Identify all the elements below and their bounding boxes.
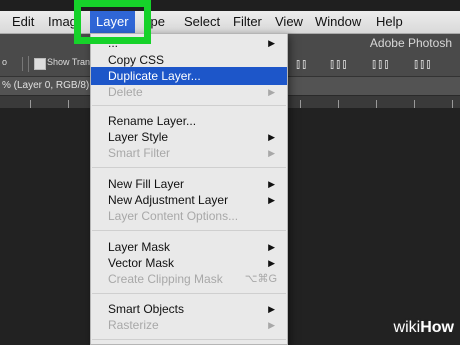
options-fragment: o	[2, 57, 8, 67]
menu-item-label: Delete	[108, 85, 143, 99]
submenu-arrow-icon: ▶	[268, 320, 275, 330]
ruler-tick	[338, 100, 339, 108]
options-separator	[28, 56, 29, 72]
menu-window[interactable]: Window	[315, 11, 361, 33]
menu-item-label: Rasterize	[108, 318, 159, 332]
menu-view[interactable]: View	[275, 11, 303, 33]
watermark-logo: wikiHow	[394, 319, 454, 337]
options-divider	[22, 57, 23, 71]
ruler-tick	[300, 100, 301, 108]
shortcut-label: ⌥⌘G	[244, 273, 277, 285]
ruler-tick	[376, 100, 377, 108]
menu-separator	[92, 293, 286, 294]
menu-edit[interactable]: Edit	[12, 11, 34, 33]
menu-item-rasterize[interactable]: Rasterize ▶	[91, 316, 287, 334]
menu-item-label: Smart Filter	[108, 146, 171, 160]
ruler-tick	[68, 100, 69, 108]
highlight-annotation	[74, 0, 151, 44]
layer-menu-dropdown: ... ▶ Copy CSS Duplicate Layer... Delete…	[90, 33, 288, 345]
align-center-icon[interactable]: ⫾⫾⫾	[330, 56, 348, 72]
menu-item-layer-content-options[interactable]: Layer Content Options...	[91, 207, 287, 225]
menu-item-label: Layer Content Options...	[108, 209, 239, 223]
menu-image[interactable]: Imag	[48, 11, 77, 33]
distribute-icon[interactable]: ⫾⫾⫾	[372, 56, 390, 72]
submenu-arrow-icon: ▶	[268, 87, 275, 97]
ruler-tick	[414, 100, 415, 108]
menu-separator	[92, 230, 286, 231]
menu-separator	[92, 105, 286, 106]
menu-help[interactable]: Help	[376, 11, 403, 33]
watermark: wikiHow	[342, 311, 460, 345]
watermark-brand-b: How	[420, 319, 454, 336]
menu-item-delete[interactable]: Delete ▶	[91, 83, 287, 101]
show-transform-checkbox[interactable]	[34, 58, 46, 70]
menu-separator	[92, 167, 286, 168]
ruler-tick	[452, 100, 453, 108]
watermark-brand-a: wiki	[393, 319, 421, 336]
menu-item-smart-filter[interactable]: Smart Filter ▶	[91, 144, 287, 162]
menu-item-label: Create Clipping Mask	[108, 272, 223, 286]
distribute-horizontal-icon[interactable]: ⫾⫾⫾	[414, 56, 432, 72]
menu-select[interactable]: Select	[184, 11, 220, 33]
align-left-icon[interactable]: ⫾⫾	[296, 56, 308, 72]
submenu-arrow-icon: ▶	[268, 148, 275, 158]
menu-item-create-clipping-mask[interactable]: Create Clipping Mask ⌥⌘G	[91, 270, 287, 288]
menu-separator	[92, 339, 286, 340]
ruler-tick	[30, 100, 31, 108]
menu-filter[interactable]: Filter	[233, 11, 262, 33]
menubar: Edit Imag Layer ype Select Filter View W…	[0, 11, 460, 34]
submenu-arrow-icon: ▶	[268, 38, 275, 48]
app-title: Adobe Photosh	[369, 36, 452, 50]
document-tab[interactable]: % (Layer 0, RGB/8) *	[2, 80, 96, 91]
